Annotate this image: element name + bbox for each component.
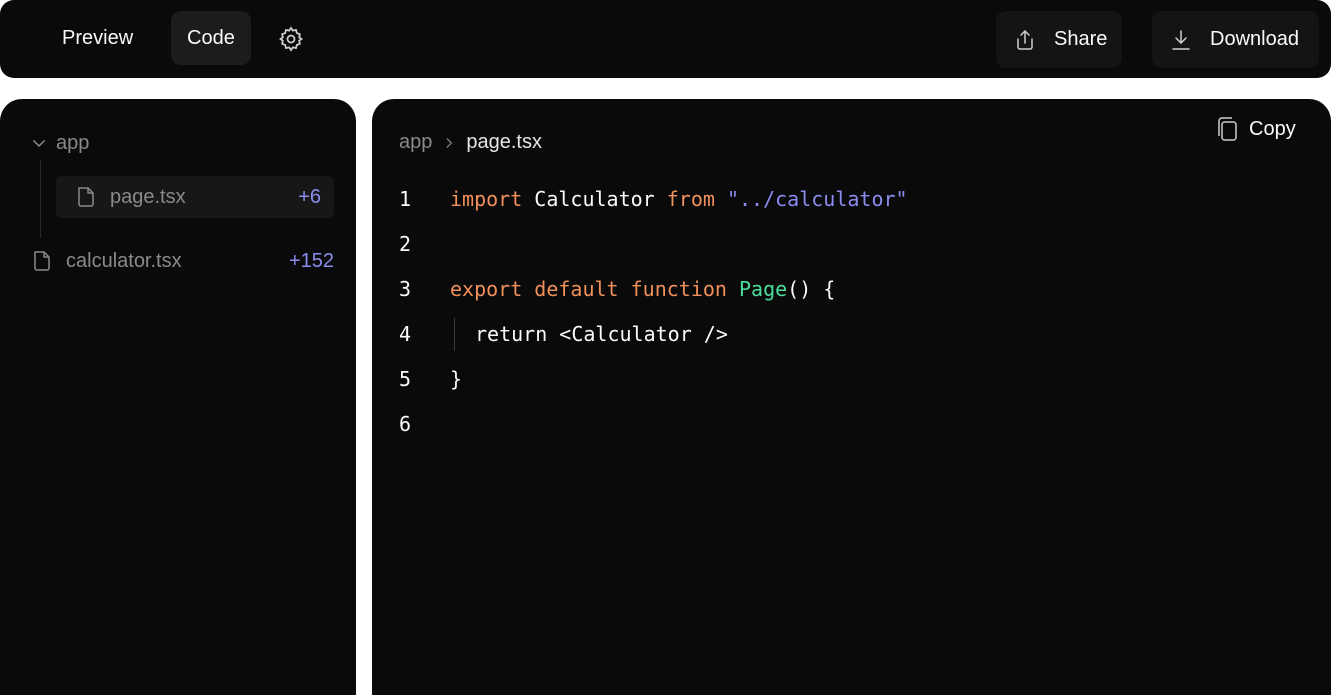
change-count: +152 [288, 249, 334, 272]
breadcrumb-file: page.tsx [466, 131, 542, 153]
code-line: 5 } [372, 357, 1331, 402]
download-icon [1166, 25, 1196, 55]
line-number: 3 [399, 277, 412, 301]
file-name: page.tsx [110, 185, 186, 208]
gear-icon[interactable] [274, 22, 308, 56]
line-number: 1 [399, 187, 412, 211]
code-line: 2 [372, 222, 1331, 267]
folder-app[interactable]: app [30, 131, 89, 155]
line-content: import Calculator from "../calculator" [450, 177, 908, 222]
share-icon [1010, 25, 1040, 55]
chevron-right-icon [442, 136, 456, 150]
share-label: Share [1054, 28, 1108, 50]
line-number: 2 [399, 232, 412, 256]
file-item-calculator[interactable]: calculator.tsx +152 [30, 245, 334, 277]
code-block[interactable]: 1 import Calculator from "../calculator"… [372, 177, 1331, 447]
copy-icon [1215, 115, 1239, 143]
code-line: 1 import Calculator from "../calculator" [372, 177, 1331, 222]
token-keyword: default [522, 277, 619, 301]
line-content: return <Calculator /> [475, 322, 728, 346]
token-keyword: from [666, 187, 715, 211]
token-keyword: function [618, 277, 727, 301]
line-content: export default function Page() { [450, 267, 835, 312]
copy-label: Copy [1249, 117, 1296, 140]
code-line: 4 return <Calculator /> [372, 312, 1331, 357]
change-count: +6 [298, 185, 321, 208]
token-function: Page [726, 277, 788, 301]
indent-guide [454, 318, 455, 351]
code-line: 6 [372, 402, 1331, 447]
code-line: 3 export default function Page() { [372, 267, 1331, 312]
file-name: calculator.tsx [66, 249, 182, 272]
download-button[interactable]: Download [1152, 11, 1319, 68]
breadcrumb-folder[interactable]: app [399, 131, 432, 154]
folder-name: app [56, 131, 90, 154]
breadcrumb: app page.tsx [399, 131, 542, 154]
token-keyword: export [450, 277, 523, 301]
copy-button[interactable]: Copy [1215, 115, 1296, 143]
token-string: "../calculator" [714, 187, 908, 211]
tab-code[interactable]: Code [171, 11, 251, 65]
token-identifier: Calculator [522, 187, 667, 211]
download-label: Download [1210, 28, 1299, 50]
chevron-down-icon [30, 134, 48, 152]
code-panel: app page.tsx Copy 1 import Calculator fr… [372, 99, 1331, 695]
tree-indent-guide [40, 160, 41, 238]
file-tree-panel: app page.tsx +6 calculator.tsx +152 [0, 99, 356, 695]
line-number: 6 [399, 412, 412, 436]
line-number: 4 [399, 322, 412, 346]
tab-preview[interactable]: Preview [46, 11, 149, 65]
line-number: 5 [399, 367, 412, 391]
top-bar: Preview Code Share Download [0, 0, 1331, 78]
file-icon [74, 184, 100, 210]
file-item-page[interactable]: page.tsx +6 [56, 176, 334, 218]
token-punctuation: () { [787, 277, 836, 301]
token-keyword: import [450, 187, 523, 211]
share-button[interactable]: Share [996, 11, 1122, 68]
file-icon [30, 248, 56, 274]
line-content: } [450, 367, 463, 391]
